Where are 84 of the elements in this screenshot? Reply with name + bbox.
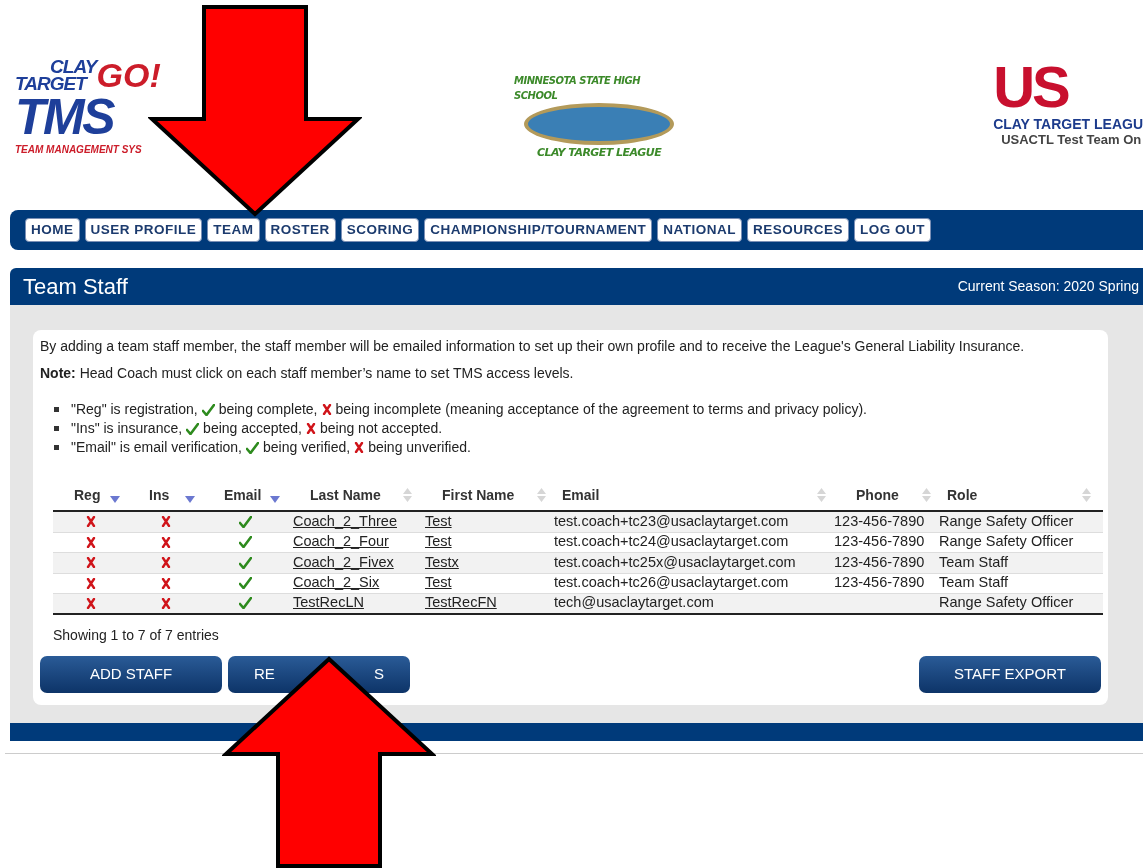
nav-tab[interactable]: LOG OUT <box>854 218 932 242</box>
column-header[interactable]: Phone <box>842 484 899 506</box>
team-name: USACTL Test Team On <box>1000 132 1142 147</box>
nav-tab[interactable]: USER PROFILE <box>84 218 203 242</box>
nav-tab[interactable]: RESOURCES <box>747 218 850 242</box>
phone-cell-text: 123-456-7890 <box>834 511 925 531</box>
intro-text: By adding a team staff member, the staff member will be emailed information to set up their own profile and to receive the League's General Liability Insurance. <box>40 337 1026 356</box>
first-name-link[interactable]: Test <box>425 510 452 533</box>
column-header[interactable]: Ins <box>136 484 170 506</box>
check-icon <box>186 422 200 435</box>
role-cell-text: Team Staff <box>939 573 1009 593</box>
nav-tab[interactable]: SCORING <box>340 218 420 242</box>
legend-text: being verified, <box>263 438 351 457</box>
logo-text: CLAY TARGET LEAGUE <box>536 145 662 161</box>
role-cell-text: Team Staff <box>939 552 1009 572</box>
legend-text: being unverified. <box>368 438 471 457</box>
logo-text: US <box>993 58 1068 116</box>
last-name-link[interactable]: TestRecLN <box>293 592 364 615</box>
sort-down-icon[interactable] <box>110 495 120 503</box>
last-name-link[interactable]: Coach_2_Fivex <box>293 551 394 574</box>
first-name-link[interactable]: Test <box>425 572 452 595</box>
nav-tab[interactable]: HOME <box>25 218 80 242</box>
column-header[interactable]: Reg <box>61 484 101 506</box>
add-staff-button[interactable]: ADD STAFF <box>40 655 222 693</box>
phone-cell-text: 123-456-7890 <box>834 532 925 552</box>
column-header[interactable]: Email <box>211 484 262 506</box>
email-cell-text: test.coach+tc26@usaclaytarget.com <box>554 573 789 593</box>
last-name-link[interactable]: Coach_2_Four <box>293 531 389 554</box>
bullet-icon <box>54 407 59 412</box>
legend-text: being accepted, <box>203 419 302 438</box>
nav-tab[interactable]: NATIONAL <box>657 218 743 242</box>
legend-text: being incomplete (meaning acceptance of the agreement to terms and privacy policy). <box>335 400 867 419</box>
logo-text: TARGET <box>15 75 89 92</box>
cross-icon <box>305 423 316 434</box>
current-season: Current Season: 2020 Spring <box>957 277 1139 296</box>
legend-text: being complete, <box>218 400 318 419</box>
sort-icon[interactable] <box>1082 487 1091 503</box>
check-icon <box>246 441 259 454</box>
email-cell-text: tech@usaclaytarget.com <box>554 593 714 613</box>
legend-text: being not accepted. <box>319 419 443 438</box>
sort-icon[interactable] <box>922 487 931 503</box>
column-header[interactable]: Role <box>947 484 978 506</box>
sort-down-icon[interactable] <box>185 495 195 503</box>
last-name-link[interactable]: Coach_2_Three <box>293 510 397 533</box>
email-cell-text: test.coach+tc25x@usaclaytarget.com <box>554 552 796 572</box>
nav-tab[interactable]: CHAMPIONSHIP/TOURNAMENT <box>424 218 653 242</box>
logo-text: CLAY TARGET LEAGU <box>993 116 1143 132</box>
nav-tab[interactable]: TEAM <box>207 218 260 242</box>
column-header[interactable]: Last Name <box>296 484 381 506</box>
first-name-link[interactable]: Test <box>425 531 452 554</box>
staff-export-button[interactable]: STAFF EXPORT <box>919 655 1101 693</box>
bullet-icon <box>54 426 59 431</box>
legend-text: "Email" is email verification, <box>71 438 242 457</box>
logo-text: TEAM MANAGEMENT SYS <box>15 143 142 157</box>
entries-info: Showing 1 to 7 of 7 entries <box>53 625 220 645</box>
legend-text: "Reg" is registration, <box>71 400 198 419</box>
cross-icon <box>354 442 365 453</box>
sort-down-icon[interactable] <box>270 495 280 503</box>
role-cell-text: Range Safety Officer <box>939 532 1074 552</box>
first-name-link[interactable]: Testx <box>425 551 459 574</box>
first-name-link[interactable]: TestRecFN <box>425 592 497 615</box>
phone-cell-text: 123-456-7890 <box>834 552 925 572</box>
note-text: Note: Head Coach must click on each staff member’s name to set TMS access levels. <box>40 364 575 383</box>
sort-icon[interactable] <box>403 487 412 503</box>
role-cell-text: Range Safety Officer <box>939 593 1074 613</box>
column-header[interactable]: Email <box>562 484 600 506</box>
nav-tab[interactable]: ROSTER <box>264 218 336 242</box>
legend-text: "Ins" is insurance, <box>71 419 183 438</box>
column-header[interactable]: First Name <box>428 484 515 506</box>
cross-icon <box>321 404 332 415</box>
sort-icon[interactable] <box>537 487 546 503</box>
email-cell-text: test.coach+tc23@usaclaytarget.com <box>554 511 789 531</box>
last-name-link[interactable]: Coach_2_Six <box>293 572 380 595</box>
sort-icon[interactable] <box>817 487 826 503</box>
role-cell-text: Range Safety Officer <box>939 511 1074 531</box>
up-arrow-icon <box>222 656 436 868</box>
phone-cell-text: 123-456-7890 <box>834 573 925 593</box>
logo-text: MINNESOTA STATE HIGH SCHOOL <box>514 74 642 103</box>
bullet-icon <box>54 445 59 450</box>
page-title: Team Staff <box>23 273 128 301</box>
email-cell-text: test.coach+tc24@usaclaytarget.com <box>554 532 789 552</box>
check-icon <box>201 403 215 416</box>
logo-text: TMS <box>15 92 115 142</box>
logo-text: CLAY <box>49 58 97 75</box>
